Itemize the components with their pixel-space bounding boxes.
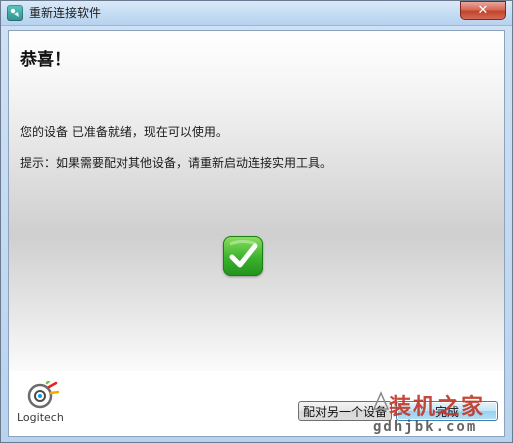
pair-another-device-button[interactable]: 配对另一个设备 [298, 401, 392, 421]
title-bar[interactable]: 重新连接软件 ✕ [1, 1, 512, 26]
dialog-body: 恭喜！ 您的设备 已准备就绪，现在可以使用。 提示：如果需要配对其他设备，请重新… [8, 30, 505, 437]
logitech-logo: Logitech [17, 379, 79, 433]
window-title: 重新连接软件 [29, 6, 102, 20]
footer: Logitech 配对另一个设备 完成 [9, 371, 504, 436]
close-button[interactable]: ✕ [460, 1, 506, 20]
done-button[interactable]: 完成 [396, 401, 498, 421]
check-icon [223, 236, 263, 276]
logo-text: Logitech [17, 411, 64, 424]
logitech-app-icon [7, 5, 23, 21]
close-icon: ✕ [477, 3, 489, 18]
app-window: 重新连接软件 ✕ 恭喜！ 您的设备 已准备就绪，现在可以使用。 提示：如果需要配… [0, 0, 513, 443]
logitech-mark-icon [27, 381, 59, 409]
ready-message: 您的设备 已准备就绪，现在可以使用。 [20, 125, 228, 139]
content-panel: 恭喜！ 您的设备 已准备就绪，现在可以使用。 提示：如果需要配对其他设备，请重新… [9, 31, 504, 371]
tip-message: 提示：如果需要配对其他设备，请重新启动连接实用工具。 [20, 156, 333, 170]
page-title: 恭喜！ [20, 50, 71, 70]
